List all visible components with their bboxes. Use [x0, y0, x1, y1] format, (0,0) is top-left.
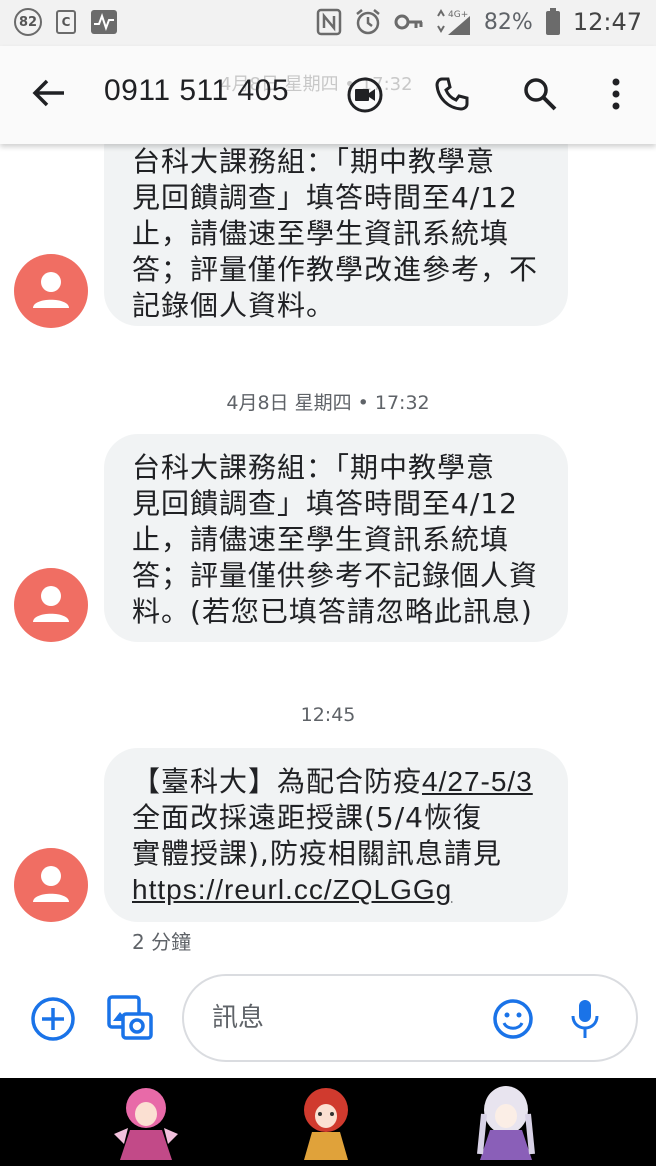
- message-line: 見回饋調查」填答時間至4/12: [132, 487, 518, 520]
- message-line: 【臺科大】為配合防疫4/27-5/3: [132, 764, 544, 800]
- add-attachment-icon[interactable]: [30, 996, 76, 1042]
- message-input-container[interactable]: [182, 974, 638, 1062]
- compose-bar: [0, 970, 656, 1078]
- message-line: 記錄個人資料。: [132, 289, 336, 322]
- message-timestamp: 2 分鐘: [132, 930, 192, 954]
- message-line: 止，請儘速至學生資訊系統填: [132, 217, 510, 250]
- phone-call-icon[interactable]: [434, 76, 470, 112]
- contact-avatar[interactable]: [14, 568, 88, 642]
- anime-sticker-red-icon: [304, 1088, 348, 1160]
- status-bar: 82 C 4G+ 82% 12:47: [0, 0, 656, 46]
- key-icon: [394, 14, 423, 30]
- message-line: 止，請儘速至學生資訊系統填: [132, 523, 510, 556]
- nfc-icon: [316, 8, 342, 36]
- message-line: 全面改採遠距授課(5/4恢復: [132, 801, 482, 834]
- date-separator: 4月8日 星期四 • 17:32: [226, 392, 430, 414]
- battery-icon: [545, 8, 560, 35]
- message-input[interactable]: [210, 998, 474, 1038]
- emoji-icon[interactable]: [492, 998, 534, 1040]
- status-left-icons: 82 C: [14, 8, 118, 36]
- message-line: 料。(若您已填答請忽略此訊息): [132, 595, 533, 628]
- anime-sticker-white-icon: [477, 1086, 535, 1160]
- url-link[interactable]: https://reurl.cc/ZQLGGg: [132, 872, 544, 908]
- network-type-label: 4G+: [448, 10, 468, 20]
- message-line: 台科大課務組：「期中教學意: [132, 145, 496, 178]
- contact-phone-number: 0911 511 405: [104, 74, 290, 107]
- notification-count-icon: 82: [14, 8, 42, 36]
- message-bubble[interactable]: 台科大課務組：「期中教學意 見回饋調查」填答時間至4/12 止，請儘速至學生資訊…: [104, 434, 568, 642]
- anime-sticker-pink-icon: [114, 1088, 178, 1160]
- bottom-banner: [0, 1078, 656, 1166]
- contact-avatar[interactable]: [14, 254, 88, 328]
- activity-icon: [91, 10, 117, 34]
- status-time: 12:47: [572, 8, 642, 36]
- alarm-icon: [356, 9, 380, 35]
- microphone-icon[interactable]: [570, 998, 600, 1040]
- back-arrow-icon[interactable]: [32, 78, 66, 108]
- person-icon: [33, 586, 69, 622]
- message-bubble[interactable]: 【臺科大】為配合防疫4/27-5/3 全面改採遠距授課(5/4恢復 實體授課),…: [104, 748, 568, 922]
- message-text: 【臺科大】為配合防疫: [132, 765, 423, 798]
- status-right-icons: 4G+ 82% 12:47: [316, 8, 642, 36]
- message-line: 見回饋調查」填答時間至4/12: [132, 181, 518, 214]
- message-line: 台科大課務組：「期中教學意: [132, 451, 496, 484]
- message-line: 實體授課),防疫相關訊息請見: [132, 837, 502, 870]
- date-range-link[interactable]: 4/27-5/3: [422, 766, 533, 797]
- date-separator: 12:45: [300, 704, 356, 726]
- search-icon[interactable]: [522, 76, 558, 112]
- gallery-camera-icon[interactable]: [106, 994, 154, 1042]
- person-icon: [33, 866, 69, 902]
- app-notification-icon: C: [56, 10, 76, 34]
- message-bubble[interactable]: 台科大課務組：「期中教學意 見回饋調查」填答時間至4/12 止，請儘速至學生資訊…: [104, 114, 568, 326]
- message-line: 答；評量僅作教學改進參考，不: [132, 253, 539, 286]
- person-icon: [33, 272, 69, 308]
- video-call-icon[interactable]: [346, 76, 384, 114]
- conversation-header: 4月8日 星期四 • 17:32 0911 511 405: [0, 46, 656, 144]
- contact-avatar[interactable]: [14, 848, 88, 922]
- message-line: 答；評量僅供參考不記錄個人資: [132, 559, 539, 592]
- more-options-icon[interactable]: [606, 76, 626, 112]
- signal-icon: 4G+: [437, 9, 470, 35]
- message-list[interactable]: 台科大課務組：「期中教學意 見回饋調查」填答時間至4/12 止，請儘速至學生資訊…: [0, 114, 656, 970]
- battery-percent: 82%: [483, 9, 533, 35]
